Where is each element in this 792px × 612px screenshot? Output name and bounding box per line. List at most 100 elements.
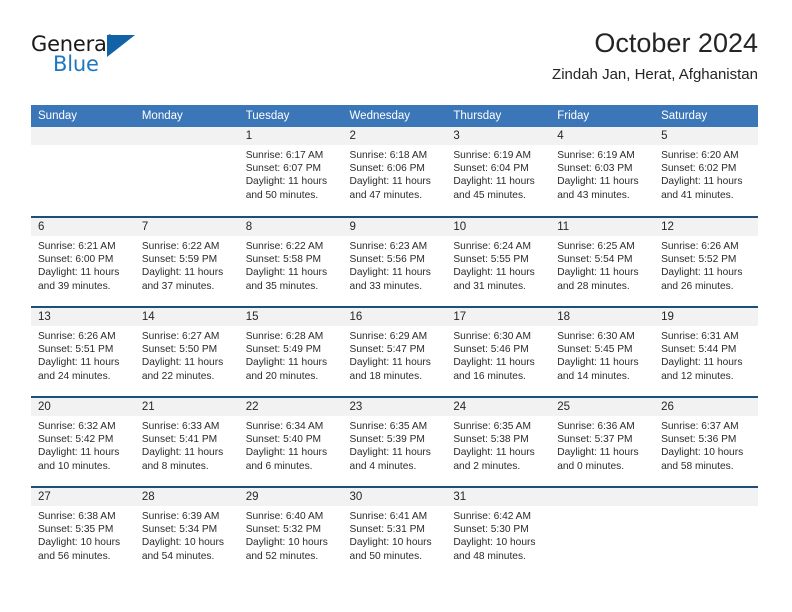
daylight-line1-text: Daylight: 11 hours — [38, 267, 120, 279]
calendar-day-cell[interactable]: 27 Sunrise: 6:38 AM Sunset: 5:35 PM Dayligh… — [31, 486, 135, 577]
calendar-day-cell[interactable]: 29 Sunrise: 6:40 AM Sunset: 5:32 PM Dayligh… — [238, 486, 343, 577]
calendar-day-cell[interactable]: 19 Sunrise: 6:31 AM Sunset: 5:44 PM Dayligh… — [654, 306, 758, 397]
sunrise-text: Sunrise: 6:42 AM — [453, 511, 531, 522]
daylight-line2-text: and 37 minutes. — [141, 280, 215, 292]
sunrise-text: Sunrise: 6:35 AM — [349, 421, 428, 432]
calendar-day-cell[interactable]: 7 Sunrise: 6:22 AM Sunset: 5:59 PM Daylight… — [134, 216, 239, 307]
sunrise-text: Sunrise: 6:36 AM — [557, 421, 635, 432]
calendar-day-cell[interactable]: 18 Sunrise: 6:30 AM Sunset: 5:45 PM Dayligh… — [550, 306, 655, 397]
weekday-header-saturday: Saturday — [654, 105, 758, 127]
daylight-line2-text: and 14 minutes. — [557, 370, 630, 382]
day-number: 10 — [446, 218, 551, 236]
calendar-day-cell[interactable]: 15 Sunrise: 6:28 AM Sunset: 5:49 PM Dayligh… — [238, 306, 343, 397]
day-sun-info: Sunrise: 6:36 AM Sunset: 5:37 PM Daylight:… — [550, 416, 654, 473]
daylight-line2-text: and 28 minutes. — [557, 280, 630, 292]
day-sun-info: Sunrise: 6:22 AM Sunset: 5:58 PM Daylight:… — [239, 236, 343, 293]
day-sun-info: Sunrise: 6:32 AM Sunset: 5:42 PM Daylight:… — [31, 416, 135, 473]
day-sun-info: Sunrise: 6:24 AM Sunset: 5:55 PM Daylight:… — [446, 236, 550, 293]
calendar-day-cell[interactable]: 25 Sunrise: 6:36 AM Sunset: 5:37 PM Dayligh… — [550, 396, 655, 487]
daylight-line2-text: and 48 minutes. — [453, 550, 526, 562]
calendar-day-cell[interactable]: 1 Sunrise: 6:17 AM Sunset: 6:07 PM Daylight… — [238, 127, 343, 217]
calendar-day-cell[interactable]: 21 Sunrise: 6:33 AM Sunset: 5:41 PM Dayligh… — [134, 396, 239, 487]
sunrise-text: Sunrise: 6:31 AM — [661, 331, 739, 342]
day-sun-info: Sunrise: 6:28 AM Sunset: 5:49 PM Daylight:… — [239, 326, 343, 383]
calendar-day-cell[interactable]: 11 Sunrise: 6:25 AM Sunset: 5:54 PM Dayligh… — [550, 216, 655, 307]
calendar-day-cell[interactable]: 4 Sunrise: 6:19 AM Sunset: 6:03 PM Daylight… — [550, 127, 655, 217]
sunset-text: Sunset: 5:34 PM — [141, 524, 218, 536]
daylight-line1-text: Daylight: 11 hours — [557, 176, 639, 188]
daylight-line2-text: and 31 minutes. — [453, 280, 526, 292]
day-number: 1 — [238, 127, 343, 145]
day-sun-info: Sunrise: 6:39 AM Sunset: 5:34 PM Daylight:… — [135, 506, 239, 563]
calendar-day-cell[interactable]: 24 Sunrise: 6:35 AM Sunset: 5:38 PM Dayligh… — [446, 396, 551, 487]
calendar-day-cell[interactable]: 16 Sunrise: 6:29 AM Sunset: 5:47 PM Dayligh… — [342, 306, 447, 397]
calendar-day-cell[interactable]: 8 Sunrise: 6:22 AM Sunset: 5:58 PM Daylight… — [238, 216, 343, 307]
calendar-day-cell[interactable]: 12 Sunrise: 6:26 AM Sunset: 5:52 PM Dayligh… — [654, 216, 758, 307]
day-sun-info: Sunrise: 6:18 AM Sunset: 6:06 PM Daylight:… — [343, 145, 447, 202]
calendar-day-cell[interactable]: 5 Sunrise: 6:20 AM Sunset: 6:02 PM Daylight… — [654, 127, 758, 217]
daylight-line2-text: and 4 minutes. — [349, 460, 417, 472]
daylight-line1-text: Daylight: 10 hours — [453, 537, 536, 549]
calendar-day-cell[interactable]: 30 Sunrise: 6:41 AM Sunset: 5:31 PM Dayligh… — [342, 486, 447, 577]
daylight-line1-text: Daylight: 11 hours — [661, 357, 743, 369]
calendar-week-row: 27 Sunrise: 6:38 AM Sunset: 5:35 PM Dayligh… — [31, 486, 758, 577]
calendar-day-cell[interactable]: 13 Sunrise: 6:26 AM Sunset: 5:51 PM Dayligh… — [31, 306, 135, 397]
day-number: 2 — [342, 127, 447, 145]
page-header: General Blue October 2024 Zindah Jan, He… — [31, 26, 758, 96]
day-sun-info: Sunrise: 6:23 AM Sunset: 5:56 PM Daylight:… — [343, 236, 447, 293]
sunset-text: Sunset: 6:07 PM — [245, 163, 322, 175]
day-number: 22 — [238, 398, 343, 416]
calendar-day-cell[interactable]: 17 Sunrise: 6:30 AM Sunset: 5:46 PM Dayligh… — [446, 306, 551, 397]
day-number: 13 — [31, 308, 135, 326]
sunset-text: Sunset: 5:41 PM — [141, 434, 218, 446]
day-number: 9 — [342, 218, 447, 236]
calendar-day-cell[interactable]: 22 Sunrise: 6:34 AM Sunset: 5:40 PM Dayligh… — [238, 396, 343, 487]
day-number: 15 — [238, 308, 343, 326]
daylight-line1-text: Daylight: 10 hours — [245, 537, 328, 549]
day-sun-info: Sunrise: 6:17 AM Sunset: 6:07 PM Daylight:… — [239, 145, 343, 202]
sunset-text: Sunset: 6:00 PM — [38, 254, 114, 266]
sunrise-text: Sunrise: 6:41 AM — [349, 511, 428, 522]
sunrise-text: Sunrise: 6:22 AM — [141, 241, 220, 252]
calendar-day-cell[interactable]: 9 Sunrise: 6:23 AM Sunset: 5:56 PM Daylight… — [342, 216, 447, 307]
daylight-line2-text: and 43 minutes. — [557, 189, 630, 201]
day-sun-info: Sunrise: 6:19 AM Sunset: 6:03 PM Daylight:… — [550, 145, 654, 202]
weekday-header-wednesday: Wednesday — [342, 105, 447, 127]
day-sun-info: Sunrise: 6:37 AM Sunset: 5:36 PM Daylight:… — [654, 416, 758, 473]
day-sun-info: Sunrise: 6:35 AM Sunset: 5:38 PM Daylight:… — [446, 416, 550, 473]
daylight-line1-text: Daylight: 11 hours — [349, 447, 431, 459]
calendar-week-row: 1 Sunrise: 6:17 AM Sunset: 6:07 PM Daylight… — [31, 127, 758, 217]
daylight-line2-text: and 2 minutes. — [453, 460, 521, 472]
daylight-line1-text: Daylight: 11 hours — [141, 357, 224, 369]
sunrise-text: Sunrise: 6:24 AM — [453, 241, 531, 252]
calendar-day-cell[interactable]: 14 Sunrise: 6:27 AM Sunset: 5:50 PM Dayligh… — [134, 306, 239, 397]
calendar-day-cell[interactable]: 6 Sunrise: 6:21 AM Sunset: 6:00 PM Daylight… — [31, 216, 135, 307]
sunrise-text: Sunrise: 6:17 AM — [245, 150, 324, 161]
daylight-line2-text: and 26 minutes. — [661, 280, 734, 292]
calendar-day-cell[interactable]: 28 Sunrise: 6:39 AM Sunset: 5:34 PM Dayligh… — [134, 486, 239, 577]
calendar-day-cell[interactable]: 20 Sunrise: 6:32 AM Sunset: 5:42 PM Dayligh… — [31, 396, 135, 487]
calendar-day-cell[interactable]: 26 Sunrise: 6:37 AM Sunset: 5:36 PM Dayligh… — [654, 396, 758, 487]
sunset-text: Sunset: 5:39 PM — [349, 434, 425, 446]
day-number: 19 — [654, 308, 758, 326]
day-number: 28 — [134, 488, 239, 506]
general-blue-logo[interactable]: General Blue — [31, 32, 151, 82]
day-number: 30 — [342, 488, 447, 506]
calendar-day-cell[interactable]: 10 Sunrise: 6:24 AM Sunset: 5:55 PM Dayligh… — [446, 216, 551, 307]
day-sun-info: Sunrise: 6:31 AM Sunset: 5:44 PM Daylight:… — [654, 326, 758, 383]
daylight-line2-text: and 52 minutes. — [245, 550, 319, 562]
triangle-icon — [107, 35, 135, 57]
sunset-text: Sunset: 5:58 PM — [245, 254, 322, 266]
calendar-day-cell[interactable]: 2 Sunrise: 6:18 AM Sunset: 6:06 PM Daylight… — [342, 127, 447, 217]
daylight-line2-text: and 41 minutes. — [661, 189, 734, 201]
daylight-line1-text: Daylight: 11 hours — [38, 447, 120, 459]
sunrise-text: Sunrise: 6:25 AM — [557, 241, 635, 252]
sunset-text: Sunset: 5:50 PM — [141, 344, 218, 356]
sunrise-text: Sunrise: 6:33 AM — [141, 421, 220, 432]
calendar-day-cell[interactable]: 3 Sunrise: 6:19 AM Sunset: 6:04 PM Daylight… — [446, 127, 551, 217]
calendar-day-cell[interactable]: 23 Sunrise: 6:35 AM Sunset: 5:39 PM Dayligh… — [342, 396, 447, 487]
calendar-page: General Blue October 2024 Zindah Jan, He… — [0, 0, 792, 612]
daylight-line1-text: Daylight: 10 hours — [141, 537, 224, 549]
day-sun-info: Sunrise: 6:26 AM Sunset: 5:51 PM Daylight:… — [31, 326, 135, 383]
calendar-day-cell[interactable]: 31 Sunrise: 6:42 AM Sunset: 5:30 PM Dayligh… — [446, 486, 551, 577]
